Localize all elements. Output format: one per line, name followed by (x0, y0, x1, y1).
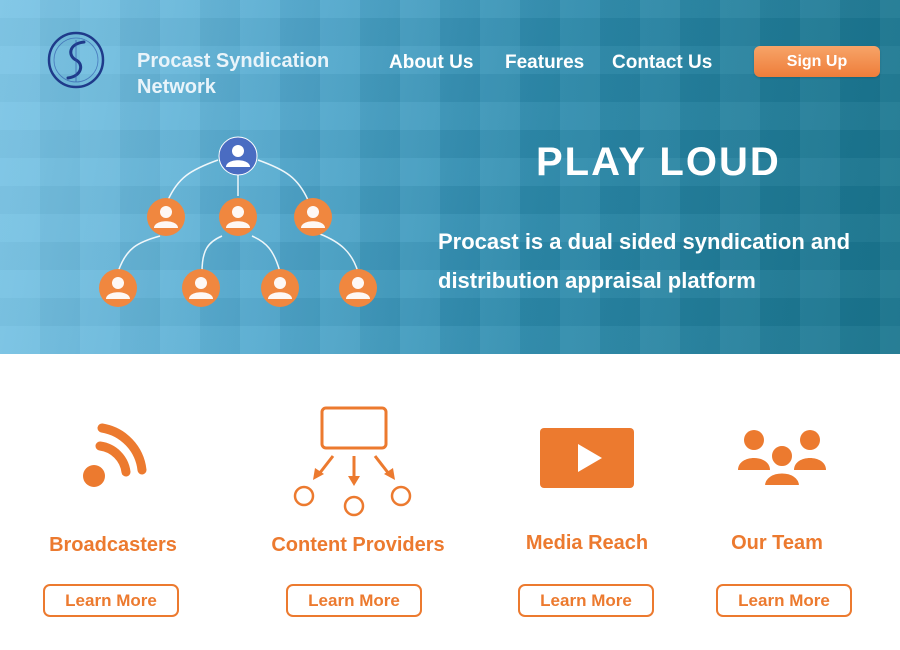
feature-title-broadcasters: Broadcasters (49, 534, 177, 556)
nav-about-us[interactable]: About Us (389, 52, 473, 74)
brand-name[interactable]: Procast Syndication Network (137, 48, 367, 100)
feature-media-reach: Media Reach Learn More (482, 400, 692, 630)
learn-more-content-providers-button[interactable]: Learn More (286, 584, 422, 617)
team-icon (738, 430, 826, 487)
feature-content-providers: Content Providers Learn More (253, 400, 463, 630)
sign-up-button[interactable]: Sign Up (754, 46, 880, 77)
learn-more-media-reach-button[interactable]: Learn More (518, 584, 654, 617)
learn-more-our-team-button[interactable]: Learn More (716, 584, 852, 617)
network-hierarchy-illustration (99, 136, 377, 307)
feature-broadcasters: Broadcasters Learn More (8, 400, 218, 630)
brand-name-line1: Procast Syndication (137, 50, 330, 72)
feature-title-media-reach: Media Reach (525, 532, 649, 554)
org-top-node (218, 136, 258, 176)
learn-more-broadcasters-button[interactable]: Learn More (43, 584, 179, 617)
hero-tagline: Procast is a dual sided syndication and … (438, 229, 851, 293)
brand-name-line2: Network (137, 76, 216, 98)
feature-our-team: Our Team Learn More (672, 400, 882, 630)
video-play-icon (540, 428, 634, 488)
hero-headline: PLAY LOUD (536, 140, 781, 184)
feature-title-content-providers: Content Providers (271, 534, 445, 556)
distribution-icon (293, 406, 412, 517)
hero-banner: Procast Syndication Network About Us Fea… (0, 0, 900, 354)
rss-icon (83, 423, 147, 487)
nav-contact-us[interactable]: Contact Us (612, 52, 712, 74)
nav-features[interactable]: Features (505, 52, 584, 74)
procast-logo-icon[interactable] (46, 30, 106, 90)
feature-title-our-team: Our Team (731, 532, 823, 554)
